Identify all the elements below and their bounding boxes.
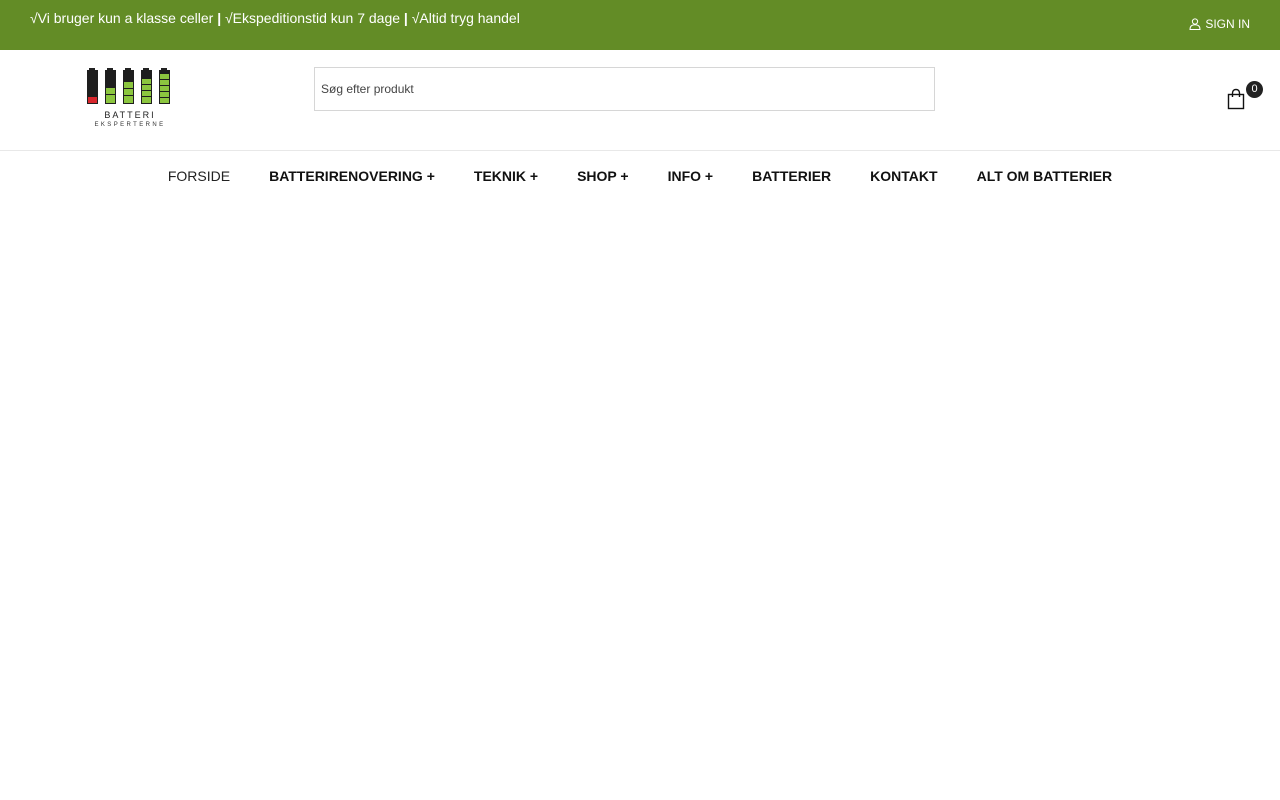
announcement-text: √Vi bruger kun a klasse celler | √Eksped… — [30, 9, 520, 27]
cart-button[interactable]: 0 — [1226, 81, 1266, 118]
user-icon — [1189, 18, 1201, 30]
announcement-msg-1: √Vi bruger kun a klasse celler — [30, 10, 214, 26]
nav-item-teknik[interactable]: TEKNIK + — [454, 168, 557, 184]
nav-item-alt-om-batterier[interactable]: ALT OM BATTERIER — [957, 168, 1132, 184]
search-input[interactable] — [314, 67, 935, 111]
nav-item-forside[interactable]: FORSIDE — [148, 168, 249, 184]
battery-logo-graphic — [87, 68, 170, 104]
sign-in-label: SIGN IN — [1205, 17, 1250, 31]
nav-item-batterier[interactable]: BATTERIER — [733, 168, 851, 184]
announcement-msg-2: √Ekspeditionstid kun 7 dage — [225, 10, 401, 26]
announcement-msg-3: √Altid tryg handel — [411, 10, 520, 26]
announcement-separator: | — [403, 10, 408, 26]
logo-text-secondary: EKSPERTERNE — [94, 122, 166, 128]
cart-count-badge: 0 — [1246, 81, 1263, 98]
announcement-bar: √Vi bruger kun a klasse celler | √Eksped… — [0, 0, 1280, 50]
nav-item-info[interactable]: INFO + — [648, 168, 733, 184]
site-header: BATTERI EKSPERTERNE 0 — [0, 50, 1280, 151]
announcement-separator: | — [217, 10, 222, 26]
nav-item-shop[interactable]: SHOP + — [558, 168, 649, 184]
nav-item-kontakt[interactable]: KONTAKT — [851, 168, 957, 184]
sign-in-link[interactable]: SIGN IN — [1189, 17, 1250, 31]
main-navigation: FORSIDE BATTERIRENOVERING + TEKNIK + SHO… — [0, 151, 1280, 201]
logo-text-primary: BATTERI — [104, 110, 156, 120]
shopping-bag-icon — [1226, 88, 1246, 114]
nav-item-batterirenovering[interactable]: BATTERIRENOVERING + — [250, 168, 455, 184]
site-logo[interactable]: BATTERI EKSPERTERNE — [84, 66, 176, 134]
